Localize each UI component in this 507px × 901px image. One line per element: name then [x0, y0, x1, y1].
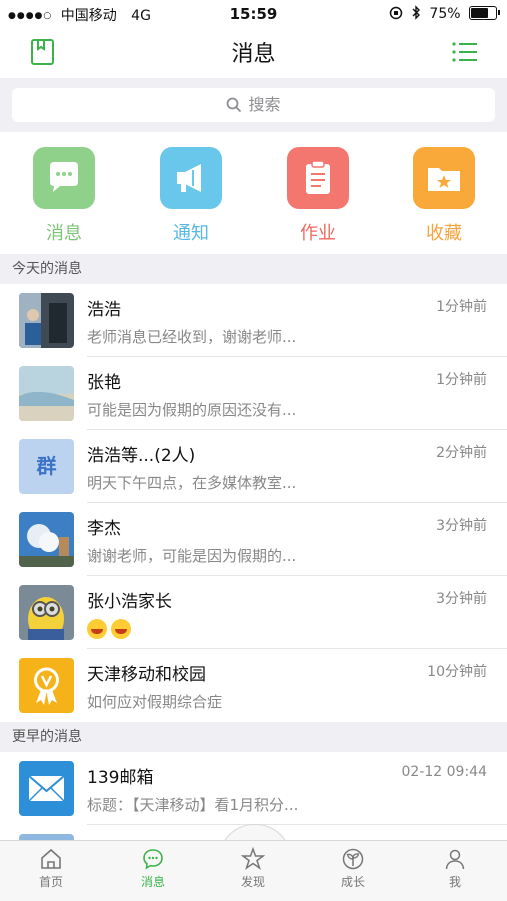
message-preview: 标题：【天津移动】看1月积分...	[87, 796, 299, 814]
status-right: 75%	[389, 5, 500, 22]
message-time: 10分钟前	[427, 664, 487, 680]
grinning-emoji-icon	[87, 619, 107, 639]
contact-name: 张艳	[87, 373, 121, 393]
grinning-emoji-icon	[111, 619, 131, 639]
tab-messages[interactable]: 消息	[113, 847, 193, 890]
sprout-icon	[342, 848, 364, 870]
contact-name: 张小浩家长	[87, 592, 172, 612]
list-item[interactable]: 139邮箱 02-12 09:44 标题：【天津移动】看1月积分...	[0, 752, 507, 825]
status-bar: ●●●●○ 中国移动 4G 15:59 75%	[0, 0, 507, 28]
list-item[interactable]: 浩浩 1分钟前 老师消息已经收到，谢谢老师...	[0, 284, 507, 357]
search-icon	[227, 97, 242, 113]
quick-action-tile	[160, 147, 222, 209]
section-header-today: 今天的消息	[0, 254, 507, 284]
message-preview	[87, 619, 135, 639]
quick-action-tile	[287, 147, 349, 209]
group-avatar: 群	[19, 439, 74, 494]
quick-action-notices[interactable]: 通知	[141, 147, 241, 245]
avatar	[19, 761, 74, 816]
clipboard-icon	[306, 160, 330, 194]
quick-action-messages[interactable]: 消息	[14, 147, 114, 245]
quick-actions: 消息 通知 作业 收藏	[0, 132, 507, 254]
quick-action-label: 收藏	[426, 223, 462, 244]
message-time: 2分钟前	[436, 445, 487, 461]
orientation-lock-icon	[389, 6, 407, 22]
tab-home[interactable]: 首页	[11, 847, 91, 890]
section-header-earlier: 更早的消息	[0, 722, 507, 752]
tab-label: 首页	[38, 875, 63, 889]
tab-growth[interactable]: 成长	[313, 847, 393, 890]
message-preview: 谢谢老师，可能是因为假期的...	[87, 547, 297, 565]
quick-action-label: 消息	[46, 223, 82, 244]
home-icon	[41, 848, 61, 869]
message-preview: 可能是因为假期的原因还没有...	[87, 401, 297, 419]
list-item[interactable]: 天津移动和校园 10分钟前 如何应对假期综合症	[0, 649, 507, 722]
battery-icon	[469, 6, 500, 20]
list-item[interactable]: 张艳 1分钟前 可能是因为假期的原因还没有...	[0, 357, 507, 430]
contact-name: 139邮箱	[87, 768, 154, 788]
tab-bar: 首页 消息 发现 成长 我	[0, 840, 507, 901]
avatar	[19, 585, 74, 640]
quick-action-label: 作业	[300, 223, 336, 244]
message-time: 1分钟前	[436, 372, 487, 388]
avatar	[19, 512, 74, 567]
message-time: 1分钟前	[436, 299, 487, 315]
megaphone-icon	[177, 164, 201, 192]
quick-action-favorites[interactable]: 收藏	[394, 147, 494, 245]
person-icon	[445, 849, 465, 870]
chat-icon	[143, 849, 163, 870]
search-area: 搜索	[0, 78, 507, 132]
avatar	[19, 658, 74, 713]
list-item[interactable]: 群 浩浩等...(2人) 2分钟前 明天下午四点，在多媒体教室...	[0, 430, 507, 503]
message-time: 02-12 09:44	[401, 764, 487, 780]
quick-action-homework[interactable]: 作业	[268, 147, 368, 245]
tab-label: 我	[448, 875, 461, 889]
message-time: 3分钟前	[436, 518, 487, 534]
nav-bar: 消息	[0, 28, 507, 76]
contact-name: 浩浩	[87, 300, 121, 320]
avatar	[19, 366, 74, 421]
contact-name: 李杰	[87, 519, 121, 539]
contact-name: 浩浩等...(2人)	[87, 446, 196, 466]
chat-bubble-icon	[50, 162, 78, 192]
list-menu-icon[interactable]	[451, 40, 479, 64]
list-item[interactable]: 张小浩家长 3分钟前	[0, 576, 507, 649]
battery-percent: 75%	[429, 6, 461, 22]
message-preview: 明天下午四点，在多媒体教室...	[87, 474, 297, 492]
search-input[interactable]: 搜索	[12, 88, 495, 122]
bluetooth-icon	[411, 5, 425, 22]
contact-name: 天津移动和校园	[87, 665, 206, 685]
quick-action-tile	[33, 147, 95, 209]
search-placeholder: 搜索	[248, 95, 281, 114]
message-preview: 如何应对假期综合症	[87, 693, 223, 711]
star-folder-icon	[428, 168, 460, 191]
tab-label: 发现	[240, 875, 265, 889]
discover-star-icon	[241, 847, 265, 870]
tab-label: 消息	[140, 875, 165, 889]
tab-me[interactable]: 我	[415, 847, 495, 890]
page-title: 消息	[231, 42, 276, 67]
message-preview: 老师消息已经收到，谢谢老师...	[87, 328, 297, 346]
list-item[interactable]: 李杰 3分钟前 谢谢老师，可能是因为假期的...	[0, 503, 507, 576]
message-time: 3分钟前	[436, 591, 487, 607]
tab-discover[interactable]: 发现	[213, 847, 293, 890]
tab-label: 成长	[340, 875, 365, 889]
quick-action-tile	[413, 147, 475, 209]
avatar	[19, 293, 74, 348]
battery-fill	[471, 8, 488, 18]
quick-action-label: 通知	[173, 223, 209, 244]
